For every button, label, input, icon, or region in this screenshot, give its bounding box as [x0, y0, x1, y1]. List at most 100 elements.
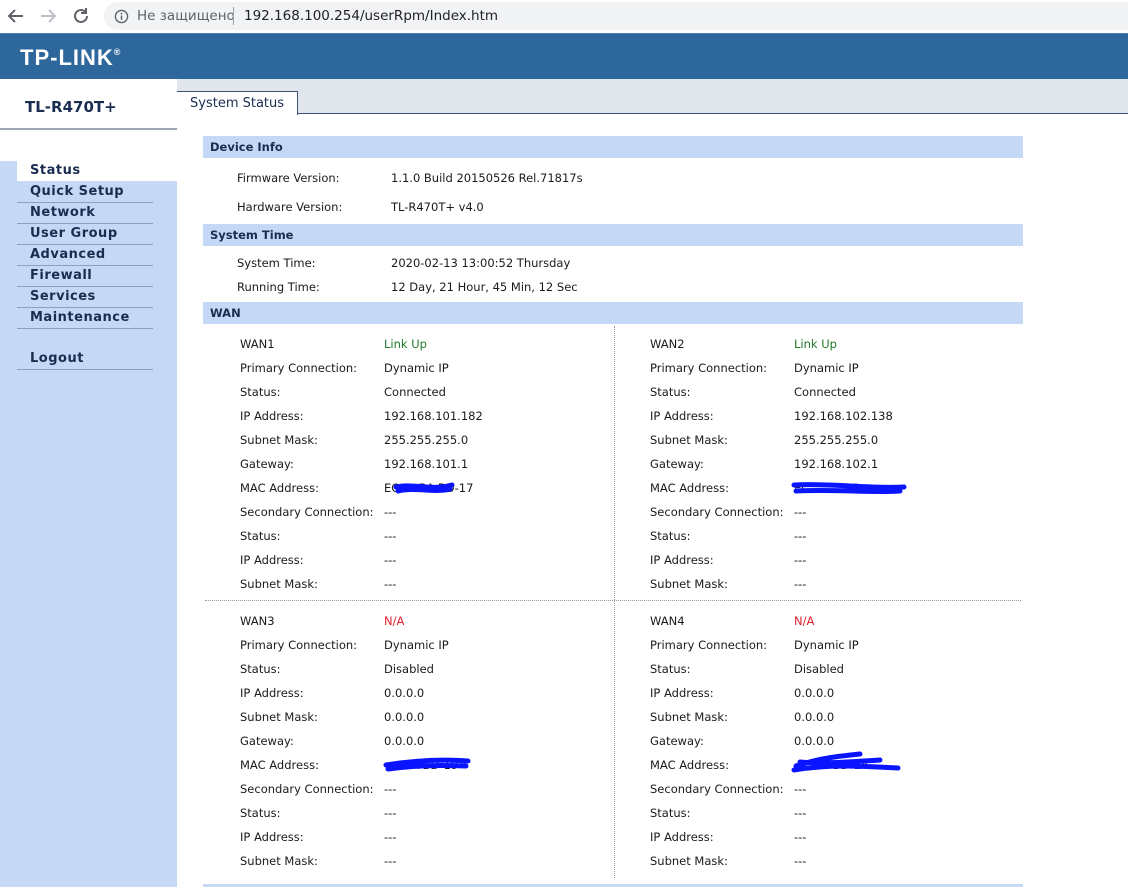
sidebar-item-status[interactable]: Status — [17, 161, 177, 181]
wan-field-label: IP Address: — [650, 553, 714, 567]
wan-field-value: --- — [794, 505, 807, 519]
wan-field-label: MAC Address: — [650, 481, 729, 495]
redaction-scribble — [791, 482, 907, 495]
wan-field-value: 192.168.101.182 — [384, 409, 483, 423]
wan-field-value: --- — [794, 529, 807, 543]
wan-field-label: Primary Connection: — [240, 638, 358, 652]
wan-field-label: IP Address: — [650, 409, 714, 423]
wan-field-label: Subnet Mask: — [240, 854, 318, 868]
wan-field-value: Connected — [384, 385, 446, 399]
system-time-label: System Time: — [237, 256, 316, 270]
wan-field-value: --- — [384, 782, 397, 796]
wan-field-value: 0.0.0.0 — [794, 686, 835, 700]
redaction-scribble — [791, 751, 901, 773]
wan-field-value: 0.0.0.0 — [794, 734, 835, 748]
sidebar-item-quick-setup[interactable]: Quick Setup — [17, 182, 153, 203]
wan-field-label: Subnet Mask: — [650, 710, 728, 724]
arrow-right-icon — [41, 9, 57, 23]
wan-field-value: --- — [384, 553, 397, 567]
wan-field-label: Primary Connection: — [240, 361, 358, 375]
wan-field-value: 192.168.102.138 — [794, 409, 893, 423]
wan-field-label: IP Address: — [650, 830, 714, 844]
sidebar-item-services[interactable]: Services — [17, 287, 153, 308]
wan-vertical-divider — [614, 326, 615, 878]
wan-field-value: 0.0.0.0 — [384, 710, 425, 724]
wan-field-label: Status: — [650, 806, 691, 820]
system-time-header: System Time — [203, 224, 1023, 246]
wan-field-value: 0.0.0.0 — [384, 734, 425, 748]
running-time-label: Running Time: — [237, 280, 320, 294]
wan-name: WAN3 — [240, 614, 275, 628]
wan-field-label: MAC Address: — [240, 758, 319, 772]
sidebar-item-network[interactable]: Network — [17, 203, 153, 224]
wan-field-label: Primary Connection: — [650, 638, 768, 652]
reload-icon — [74, 8, 88, 23]
wan-field-label: Subnet Mask: — [650, 433, 728, 447]
wan-field-label: Primary Connection: — [650, 361, 768, 375]
wan-link-state: Link Up — [794, 337, 837, 351]
wan-field-value: 192.168.101.1 — [384, 457, 469, 471]
wan-name: WAN2 — [650, 337, 685, 351]
tp-link-logo: TP-LINK® — [20, 45, 121, 70]
sidebar-item-maintenance[interactable]: Maintenance — [17, 308, 153, 329]
wan-field-label: Gateway: — [650, 734, 704, 748]
sidebar-item-user-group[interactable]: User Group — [17, 224, 153, 245]
wan-field-value: --- — [384, 529, 397, 543]
wan-field-value: --- — [794, 782, 807, 796]
wan-field-value: 0.0.0.0 — [384, 686, 425, 700]
wan-field-value: --- — [794, 553, 807, 567]
browser-toolbar: Не защищено 192.168.100.254/userRpm/Inde… — [0, 0, 1128, 33]
wan-link-state: N/A — [384, 614, 405, 628]
wan-field-label: Subnet Mask: — [240, 433, 318, 447]
address-separator — [233, 7, 234, 25]
reload-button[interactable] — [69, 4, 93, 28]
wan-field-label: Status: — [240, 662, 281, 676]
wan-field-label: MAC Address: — [650, 758, 729, 772]
firmware-value: 1.1.0 Build 20150526 Rel.71817s — [391, 171, 583, 185]
wan-link-state: Link Up — [384, 337, 427, 351]
firmware-label: Firmware Version: — [237, 171, 340, 185]
forward-button[interactable] — [36, 4, 60, 28]
wan-field-value: --- — [384, 806, 397, 820]
redaction-scribble — [383, 757, 471, 772]
url-text[interactable]: 192.168.100.254/userRpm/Index.htm — [244, 8, 498, 24]
info-icon[interactable] — [114, 9, 129, 24]
wan-field-value: --- — [384, 505, 397, 519]
sidebar-item-firewall[interactable]: Firewall — [17, 266, 153, 287]
wan-horizontal-divider — [205, 600, 1021, 601]
wan-field-label: MAC Address: — [240, 481, 319, 495]
wan-field-label: Status: — [240, 806, 281, 820]
wan-field-value: Dynamic IP — [794, 361, 859, 375]
wan-field-value: 255.255.255.0 — [794, 433, 879, 447]
wan-field-value: 255.255.255.0 — [384, 433, 469, 447]
wan-field-label: IP Address: — [240, 553, 304, 567]
wan-field-label: Secondary Connection: — [240, 782, 374, 796]
wan-field-label: Status: — [650, 529, 691, 543]
router-header: TP-LINK® — [0, 33, 1128, 80]
wan-field-value: --- — [384, 854, 397, 868]
wan-field-label: Gateway: — [240, 734, 294, 748]
redaction-scribble — [393, 482, 455, 494]
wan-field-value: Dynamic IP — [384, 361, 449, 375]
address-bar[interactable]: Не защищено 192.168.100.254/userRpm/Inde… — [104, 2, 1128, 30]
sidebar-item-logout[interactable]: Logout — [17, 349, 153, 370]
wan-field-label: Subnet Mask: — [240, 710, 318, 724]
tab-system-status[interactable]: System Status — [177, 91, 298, 115]
wan-field-label: Status: — [650, 385, 691, 399]
wan-field-value: 192.168.102.1 — [794, 457, 879, 471]
wan-field-value: Dynamic IP — [384, 638, 449, 652]
wan-field-value: Dynamic IP — [794, 638, 859, 652]
device-info-header: Device Info — [203, 136, 1023, 158]
tab-bar — [177, 79, 1128, 114]
sidebar-item-advanced[interactable]: Advanced — [17, 245, 153, 266]
wan-field-label: Gateway: — [650, 457, 704, 471]
model-box: TL-R470T+ — [0, 79, 177, 130]
hardware-label: Hardware Version: — [237, 200, 343, 214]
wan-field-value: --- — [794, 577, 807, 591]
wan-field-value: Connected — [794, 385, 856, 399]
wan-field-value: --- — [794, 854, 807, 868]
wan-field-value: Disabled — [384, 662, 434, 676]
wan-field-value: --- — [794, 830, 807, 844]
wan-field-label: Subnet Mask: — [240, 577, 318, 591]
back-button[interactable] — [4, 4, 28, 28]
